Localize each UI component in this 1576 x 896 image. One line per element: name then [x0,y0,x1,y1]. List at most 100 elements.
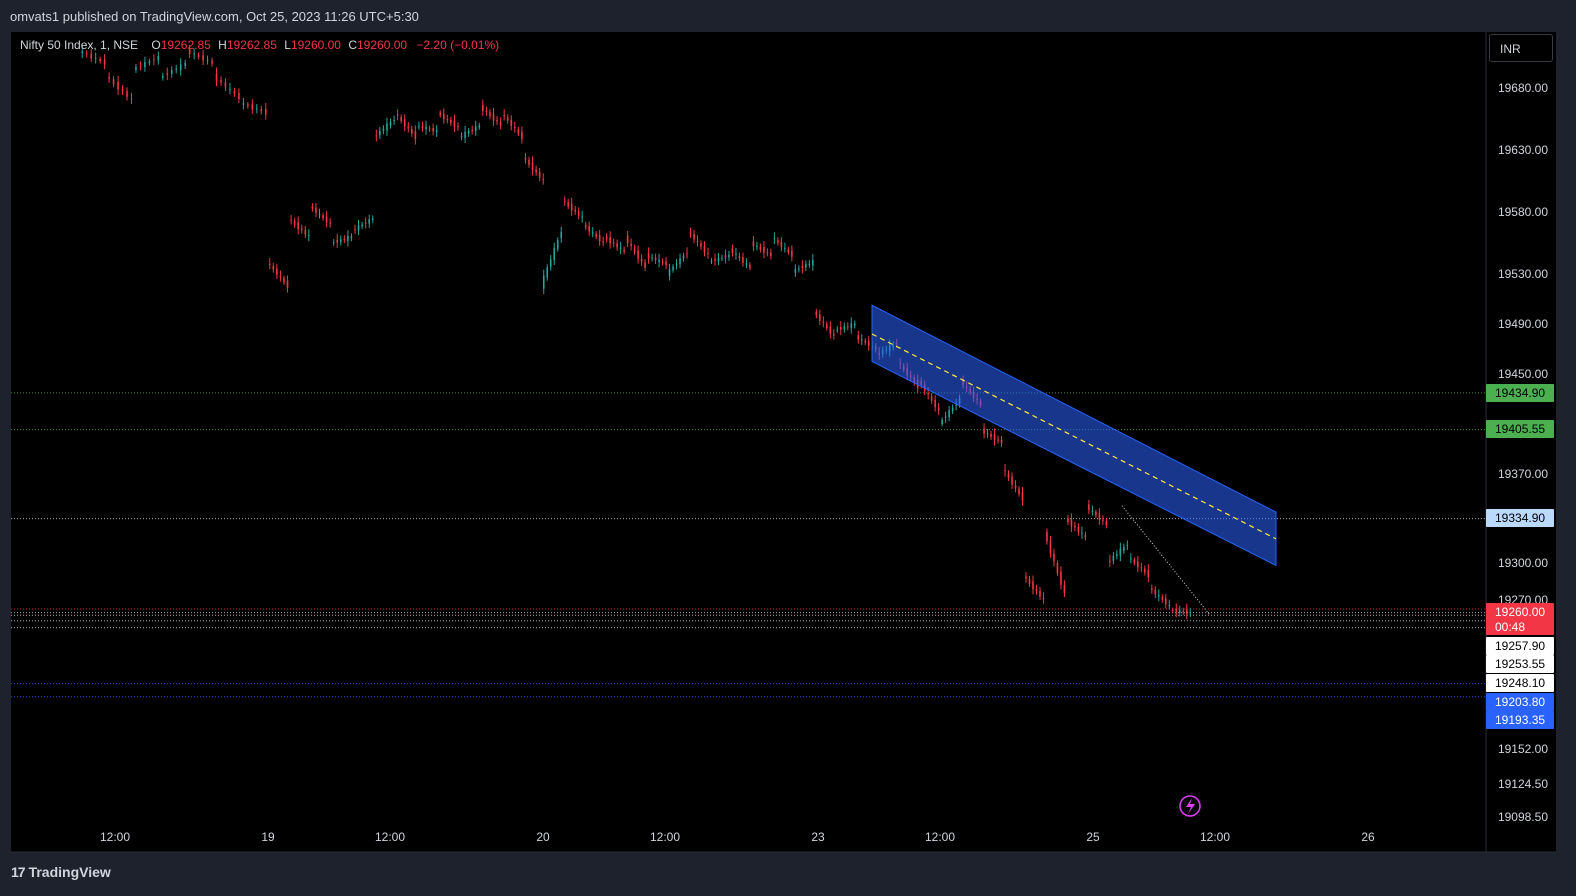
x-tick-label-5: 23 [811,830,825,844]
candle-body-276 [1088,504,1090,510]
candle-body-155 [665,261,667,266]
candle-body-238 [955,404,957,406]
y-tick-label-1: 19630.00 [1498,143,1548,157]
candle-body-210 [857,335,860,340]
candle-body-56 [318,213,321,215]
candle-body-95 [457,126,459,128]
candle-body-120 [542,275,545,289]
candle-body-200 [822,321,825,323]
candle-body-233 [937,408,940,411]
footer: 17 TradingView [0,856,1576,896]
low-value: 19260.00 [290,38,341,52]
candle-body-26 [197,54,200,57]
candle-body-152 [654,257,657,261]
candle-body-124 [556,239,559,250]
candle-body-299 [1168,604,1171,606]
candle-body-161 [686,253,688,255]
candle-body-236 [948,410,950,418]
candle-body-88 [432,127,434,132]
candle-body-193 [798,268,800,270]
candle-body-146 [633,247,636,253]
candle-body-302 [1178,610,1181,613]
candle-body-180 [752,241,755,247]
price-badge-label-4: 19257.90 [1495,639,1545,653]
candle-body-4 [99,59,101,62]
candle-body-185 [770,252,772,257]
candle-body-160 [682,255,685,259]
candle-body-122 [549,259,552,267]
candle-body-197 [812,259,814,266]
candle-body-112 [517,129,520,134]
candle-body-292 [1144,568,1146,573]
candle-body-261 [1035,588,1038,592]
y-tick-label-7: 19300.00 [1498,556,1548,570]
candle-body-57 [322,215,324,219]
candle-body-175 [735,253,737,255]
candle-body-98 [467,131,470,134]
candle-body-257 [1021,492,1024,501]
candle-body-81 [407,126,410,129]
candle-body-31 [220,80,222,83]
price-badge-label-5: 19253.55 [1495,657,1545,671]
candle-body-52 [304,229,307,235]
candle-body-269 [1063,584,1066,593]
candle-body-168 [710,260,713,262]
candle-body-195 [805,264,807,268]
price-badge-label-2: 19334.90 [1495,511,1545,525]
y-tick-label-11: 19098.50 [1498,810,1548,824]
candle-body-29 [211,60,213,64]
candle-body-206 [843,326,846,330]
candle-body-159 [679,258,681,265]
x-tick-label-8: 12:00 [1200,830,1230,844]
candle-body-94 [453,120,456,127]
candle-body-142 [619,247,622,249]
candle-body-179 [749,264,751,268]
candle-body-254 [1011,476,1013,485]
candle-body-132 [584,224,587,228]
candle-body-263 [1042,598,1045,600]
candle-body-113 [521,131,523,139]
candle-body-75 [386,123,388,131]
candle-body-104 [489,112,491,117]
candle-body-23 [184,62,186,67]
candlestick-chart[interactable]: 19680.00 19630.00 19580.00 19530.00 19490.00… [0,0,1556,856]
candle-body-92 [446,119,449,121]
candle-body-16 [153,59,155,61]
y-tick-label-9: 19152.00 [1498,742,1548,756]
candle-body-204 [836,329,839,331]
candle-body-138 [605,236,608,240]
candle-body-66 [354,229,356,231]
x-tick-label-1: 19 [261,830,275,844]
candle-body-145 [630,243,632,246]
x-tick-label-9: 26 [1361,830,1375,844]
candle-body-255 [1014,485,1017,488]
candle-body-187 [777,240,779,243]
candle-body-61 [336,239,339,243]
candle-body-182 [759,246,762,250]
currency-button[interactable]: INR [1489,34,1553,62]
candle-body-51 [300,228,303,230]
candle-body-118 [538,171,541,178]
candle-body-271 [1070,519,1073,527]
close-value: 19260.00 [357,38,408,52]
candle-body-178 [745,263,748,265]
candle-body-117 [535,169,537,173]
candle-body-266 [1053,554,1055,562]
candle-body-49 [293,220,296,225]
candle-body-135 [595,233,597,237]
x-tick-label-2: 12:00 [375,830,405,844]
candle-body-116 [531,162,534,171]
candle-body-289 [1133,559,1136,563]
candle-body-164 [696,241,699,243]
brand-text: TradingView [28,864,111,880]
candle-body-191 [791,250,793,257]
candle-body-15 [148,61,151,64]
candle-body-107 [499,121,502,126]
candle-body-28 [206,60,209,62]
candle-body-74 [382,128,385,131]
candle-body-102 [482,104,484,112]
y-tick-label-0: 19680.00 [1498,81,1548,95]
candle-body-99 [471,130,473,132]
candle-body-201 [826,324,828,329]
candle-body-188 [780,241,783,248]
